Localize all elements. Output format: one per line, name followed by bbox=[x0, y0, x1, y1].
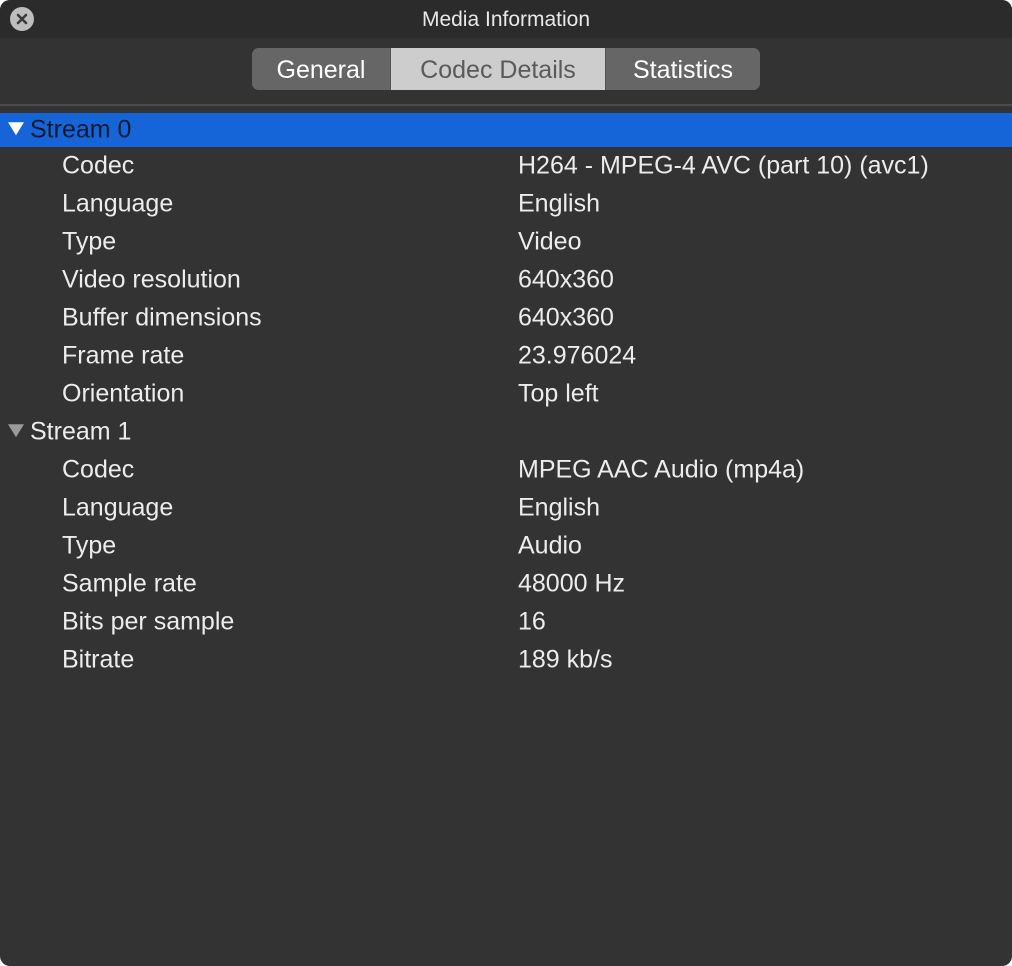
row-value: Top left bbox=[518, 379, 599, 408]
tab-statistics[interactable]: Statistics bbox=[605, 48, 760, 90]
row-key: Language bbox=[62, 189, 174, 218]
tree-row[interactable]: Orientation Top left bbox=[0, 375, 1012, 413]
tree-row[interactable]: Sample rate 48000 Hz bbox=[0, 565, 1012, 603]
tree-row[interactable]: Language English bbox=[0, 489, 1012, 527]
row-key: Orientation bbox=[62, 379, 185, 408]
row-key: Codec bbox=[62, 455, 135, 484]
row-value: 640x360 bbox=[518, 303, 614, 332]
media-information-window: Media Information General Codec Details … bbox=[0, 0, 1012, 966]
row-key: Frame rate bbox=[62, 341, 185, 370]
tree-row[interactable]: Frame rate 23.976024 bbox=[0, 337, 1012, 375]
row-value: 189 kb/s bbox=[518, 645, 613, 674]
codec-tree: Stream 0 Codec H264 - MPEG-4 AVC (part 1… bbox=[0, 113, 1012, 679]
row-value: H264 - MPEG-4 AVC (part 10) (avc1) bbox=[518, 151, 929, 180]
tab-codec-details[interactable]: Codec Details bbox=[391, 48, 605, 90]
tree-row[interactable]: Codec MPEG AAC Audio (mp4a) bbox=[0, 451, 1012, 489]
tree-row[interactable]: Type Video bbox=[0, 223, 1012, 261]
tab-general[interactable]: General bbox=[252, 48, 391, 90]
row-key: Type bbox=[62, 531, 117, 560]
stream-1-header[interactable]: Stream 1 bbox=[0, 413, 1012, 451]
row-value: 640x360 bbox=[518, 265, 614, 294]
row-key: Bitrate bbox=[62, 645, 135, 674]
row-value: English bbox=[518, 189, 600, 218]
row-value: 48000 Hz bbox=[518, 569, 626, 598]
row-key: Type bbox=[62, 227, 117, 256]
title-bar[interactable]: Media Information bbox=[0, 0, 1012, 38]
disclosure-triangle-icon[interactable] bbox=[8, 424, 24, 438]
stream-0-label: Stream 0 bbox=[30, 115, 132, 144]
divider bbox=[0, 104, 1012, 106]
tree-row[interactable]: Buffer dimensions 640x360 bbox=[0, 299, 1012, 337]
row-value: Video bbox=[518, 227, 582, 256]
row-value: 16 bbox=[518, 607, 546, 636]
row-value: MPEG AAC Audio (mp4a) bbox=[518, 455, 805, 484]
tree-row[interactable]: Language English bbox=[0, 185, 1012, 223]
stream-0-header[interactable]: Stream 0 bbox=[0, 113, 1012, 147]
tree-row[interactable]: Bits per sample 16 bbox=[0, 603, 1012, 641]
tree-row[interactable]: Type Audio bbox=[0, 527, 1012, 565]
disclosure-triangle-icon[interactable] bbox=[8, 122, 24, 136]
stream-1-label: Stream 1 bbox=[30, 417, 132, 446]
tree-row[interactable]: Bitrate 189 kb/s bbox=[0, 641, 1012, 679]
row-key: Buffer dimensions bbox=[62, 303, 262, 332]
tree-row[interactable]: Codec H264 - MPEG-4 AVC (part 10) (avc1) bbox=[0, 147, 1012, 185]
row-key: Bits per sample bbox=[62, 607, 235, 636]
row-key: Codec bbox=[62, 151, 135, 180]
row-value: 23.976024 bbox=[518, 341, 637, 370]
row-value: English bbox=[518, 493, 600, 522]
window-title: Media Information bbox=[421, 8, 591, 31]
row-value: Audio bbox=[518, 531, 582, 560]
tab-bar: General Codec Details Statistics bbox=[252, 48, 760, 90]
tree-row[interactable]: Video resolution 640x360 bbox=[0, 261, 1012, 299]
row-key: Sample rate bbox=[62, 569, 197, 598]
row-key: Language bbox=[62, 493, 174, 522]
row-key: Video resolution bbox=[62, 265, 241, 294]
